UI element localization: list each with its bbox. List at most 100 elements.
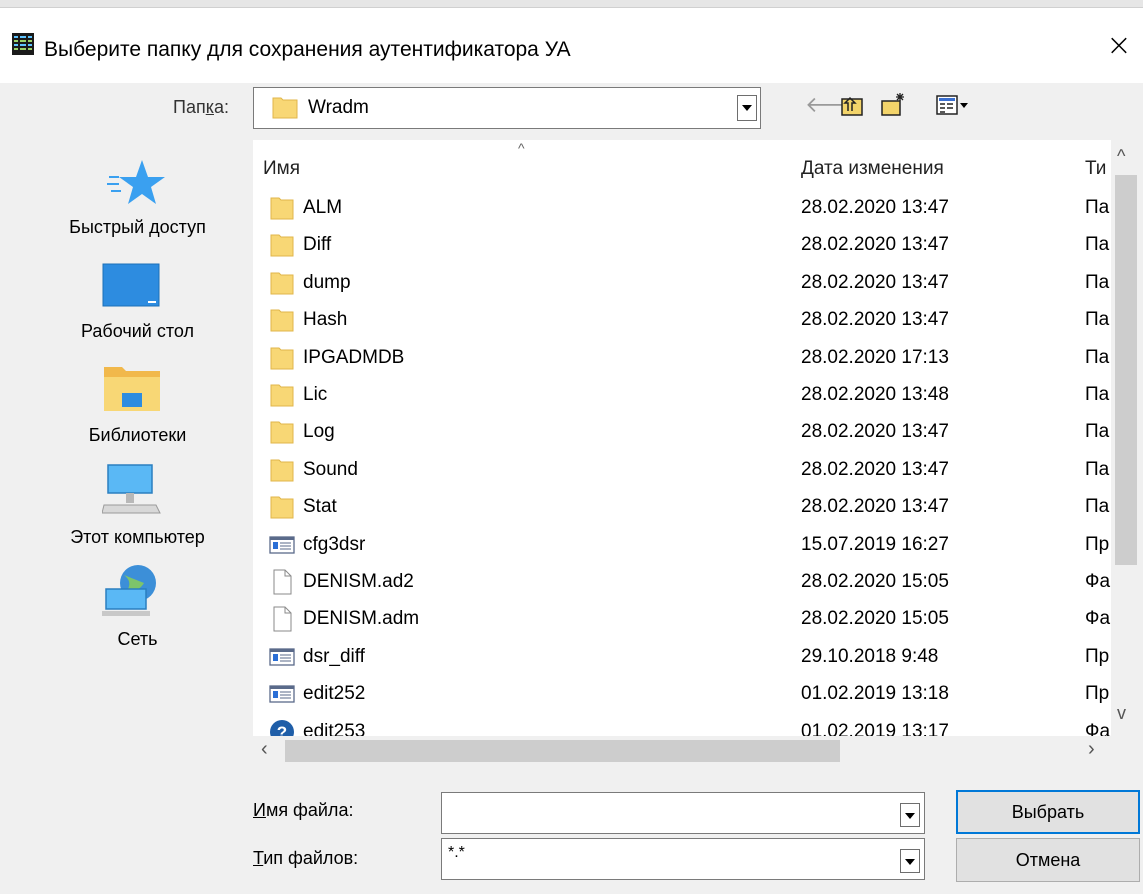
view-menu-button[interactable] <box>935 91 969 119</box>
scrollbar-corner <box>1111 736 1141 766</box>
file-name: edit253 <box>303 720 366 736</box>
libraries-icon <box>104 367 160 411</box>
file-row[interactable]: DENISM.ad2 28.02.2020 15:05 Фа <box>253 564 1111 601</box>
file-type: Па <box>1085 346 1110 368</box>
file-type: Пр <box>1085 683 1110 705</box>
file-type: Фа <box>1085 608 1111 630</box>
folder-icon <box>270 459 294 482</box>
file-type: Па <box>1085 458 1110 480</box>
file-date: 01.02.2019 13:17 <box>801 720 949 736</box>
file-row[interactable]: Lic 28.02.2020 13:48 Па <box>253 377 1111 414</box>
file-row[interactable]: Log 28.02.2020 13:47 Па <box>253 414 1111 451</box>
title-bar: Выберите папку для сохранения аутентифик… <box>0 8 1143 83</box>
folder-dropdown[interactable]: Wradm <box>253 87 761 129</box>
horizontal-scrollbar[interactable]: ‹ › <box>253 736 1111 766</box>
window-title: Выберите папку для сохранения аутентифик… <box>44 38 571 61</box>
file-row[interactable]: cfg3dsr 15.07.2019 16:27 Пр <box>253 527 1111 564</box>
column-header-type[interactable]: Ти <box>1085 158 1106 180</box>
folder-label: Папка: <box>173 97 229 117</box>
application-icon <box>269 535 295 554</box>
desktop-icon <box>102 263 160 307</box>
file-name: cfg3dsr <box>303 533 366 555</box>
file-type: Фа <box>1085 720 1111 736</box>
folder-icon <box>270 309 294 332</box>
file-type: Па <box>1085 309 1110 331</box>
filename-dropdown-arrow[interactable] <box>900 803 920 827</box>
filetype-dropdown-arrow[interactable] <box>900 849 920 873</box>
file-name: dsr_diff <box>303 645 365 667</box>
close-button[interactable]: × <box>1102 28 1136 64</box>
column-header-name[interactable]: Имя <box>263 158 300 180</box>
file-row[interactable]: DENISM.adm 28.02.2020 15:05 Фа <box>253 601 1111 638</box>
file-name: Diff <box>303 234 332 256</box>
horizontal-scroll-thumb[interactable] <box>285 740 840 762</box>
scroll-right-icon[interactable]: › <box>1088 738 1095 761</box>
folder-dropdown-arrow[interactable] <box>737 95 757 121</box>
column-header-date[interactable]: Дата изменения <box>801 158 944 180</box>
file-row[interactable]: Sound 28.02.2020 13:47 Па <box>253 452 1111 489</box>
file-date: 29.10.2018 9:48 <box>801 645 939 667</box>
file-name: dump <box>303 271 351 293</box>
file-type: Па <box>1085 496 1110 518</box>
file-name: edit252 <box>303 683 366 705</box>
file-type: Пр <box>1085 645 1110 667</box>
file-name: Hash <box>303 309 348 331</box>
svg-text:?: ? <box>277 723 287 736</box>
cancel-button[interactable]: Отмена <box>956 838 1140 882</box>
file-row[interactable]: Diff 28.02.2020 13:47 Па <box>253 227 1111 264</box>
file-row[interactable]: ? edit253 01.02.2019 13:17 Фа <box>253 714 1111 736</box>
file-date: 28.02.2020 13:47 <box>801 271 949 293</box>
network-icon <box>102 565 156 616</box>
application-icon <box>269 685 295 703</box>
chevron-down-icon <box>905 813 915 819</box>
file-date: 28.02.2020 13:47 <box>801 234 949 256</box>
file-dialog: Выберите папку для сохранения аутентифик… <box>0 0 1143 894</box>
file-name: Log <box>303 421 335 443</box>
back-button[interactable]: 🡐 <box>805 91 864 119</box>
filename-input[interactable] <box>441 792 925 834</box>
scroll-up-icon[interactable]: ^ <box>1117 146 1125 167</box>
select-button[interactable]: Выбрать <box>956 790 1140 834</box>
file-name: IPGADMDB <box>303 346 405 368</box>
folder-icon <box>270 384 294 407</box>
vertical-scrollbar[interactable]: ^ v <box>1111 140 1141 736</box>
file-type: Па <box>1085 234 1110 256</box>
app-icon <box>12 33 34 55</box>
file-row[interactable]: edit252 01.02.2019 13:18 Пр <box>253 676 1111 713</box>
filetype-select[interactable]: *.* <box>441 838 925 880</box>
file-type: Па <box>1085 384 1110 405</box>
place-label: Быстрый доступ <box>69 217 206 237</box>
place-label: Сеть <box>117 629 158 649</box>
file-name: Lic <box>303 384 328 405</box>
vertical-scroll-thumb[interactable] <box>1115 175 1137 565</box>
scroll-left-icon[interactable]: ‹ <box>261 738 268 761</box>
scroll-down-icon[interactable]: v <box>1117 703 1126 724</box>
sort-ascending-icon: ^ <box>518 140 525 156</box>
file-row[interactable]: Stat 28.02.2020 13:47 Па <box>253 489 1111 526</box>
file-date: 28.02.2020 15:05 <box>801 571 949 592</box>
view-menu-icon <box>936 95 968 115</box>
file-icon <box>273 606 292 632</box>
file-row[interactable]: ALM 28.02.2020 13:47 Па <box>253 190 1111 227</box>
file-date: 28.02.2020 13:47 <box>801 496 949 518</box>
place-label: Рабочий стол <box>81 321 194 341</box>
file-row[interactable]: dsr_diff 29.10.2018 9:48 Пр <box>253 639 1111 676</box>
new-folder-button[interactable] <box>880 91 906 119</box>
file-row[interactable]: Hash 28.02.2020 13:47 Па <box>253 302 1111 339</box>
file-icon <box>273 569 292 595</box>
file-row[interactable]: IPGADMDB 28.02.2020 17:13 Па <box>253 340 1111 377</box>
file-type: Па <box>1085 421 1110 443</box>
file-type: Фа <box>1085 571 1111 592</box>
place-label: Библиотеки <box>88 425 187 445</box>
help-file-icon: ? <box>270 719 294 736</box>
folder-up-button[interactable] <box>840 91 864 119</box>
file-name: Sound <box>303 458 358 480</box>
chevron-down-icon <box>905 859 915 865</box>
file-row[interactable]: dump 28.02.2020 13:47 Па <box>253 265 1111 302</box>
file-date: 28.02.2020 13:47 <box>801 197 949 218</box>
file-list[interactable]: ^ Имя Дата изменения Ти ALM 28.02.2020 13… <box>253 140 1111 736</box>
folder-icon <box>270 197 294 220</box>
folder-icon <box>272 97 298 119</box>
folder-icon <box>270 272 294 295</box>
folder-dropdown-value: Wradm <box>308 97 369 118</box>
